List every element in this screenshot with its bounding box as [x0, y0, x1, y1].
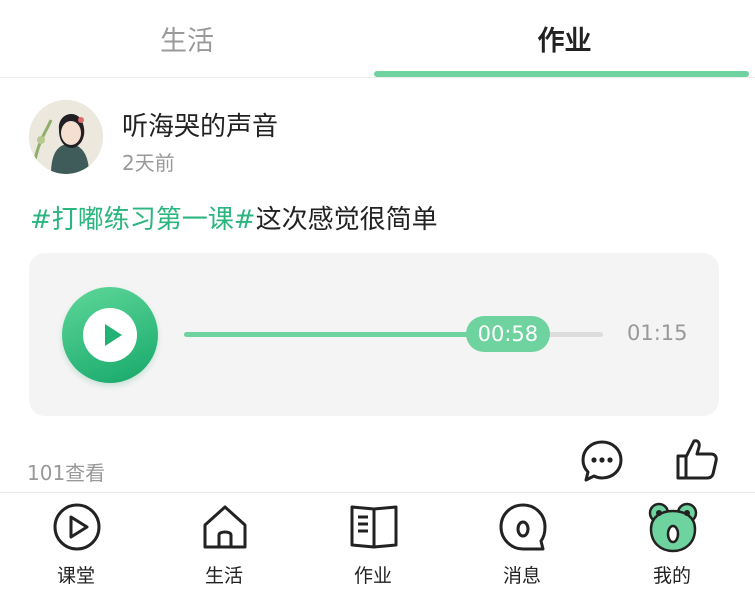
message-bubble-icon [499, 503, 547, 551]
post-timestamp: 2天前 [122, 151, 175, 175]
book-icon [350, 505, 398, 549]
tab-life[interactable]: 生活 [0, 0, 374, 76]
frog-face-icon [648, 502, 698, 553]
tab-homework[interactable]: 作业 [374, 0, 755, 76]
audio-progress-track[interactable]: 00:58 [184, 316, 603, 352]
nav-label: 作业 [353, 565, 392, 587]
top-tab-bar: 生活 作业 [0, 0, 755, 78]
nav-label: 课堂 [56, 565, 95, 587]
play-icon [83, 308, 137, 362]
post-body-text: 这次感觉很简单 [255, 205, 438, 235]
nav-item-classroom[interactable]: 课堂 [26, 493, 126, 589]
audio-player-card: 00:58 01:15 [29, 253, 719, 416]
play-button[interactable] [62, 287, 158, 383]
audio-duration: 01:15 [627, 321, 688, 345]
nav-label: 我的 [652, 565, 691, 587]
nav-item-life[interactable]: 生活 [174, 493, 274, 589]
play-circle-icon [53, 503, 101, 551]
comment-icon[interactable] [579, 438, 625, 484]
bottom-nav: 课堂 生活 作业 消息 我的 [0, 492, 755, 589]
active-tab-indicator [374, 71, 749, 77]
nav-label: 生活 [204, 565, 243, 587]
thumbs-up-icon[interactable] [674, 436, 720, 482]
topic-link[interactable]: #打嘟练习第一课# [30, 205, 256, 235]
nav-item-mine[interactable]: 我的 [622, 493, 722, 589]
audio-progress-thumb[interactable]: 00:58 [465, 316, 550, 352]
nav-item-messages[interactable]: 消息 [472, 493, 572, 589]
audio-progress-fill [184, 332, 508, 337]
nav-item-homework[interactable]: 作业 [323, 493, 423, 589]
username[interactable]: 听海哭的声音 [122, 106, 278, 143]
view-count: 101查看 [27, 461, 106, 485]
post-content: #打嘟练习第一课#这次感觉很简单 [30, 199, 438, 236]
avatar[interactable] [29, 100, 103, 174]
home-icon [203, 505, 247, 549]
nav-label: 消息 [502, 565, 541, 587]
